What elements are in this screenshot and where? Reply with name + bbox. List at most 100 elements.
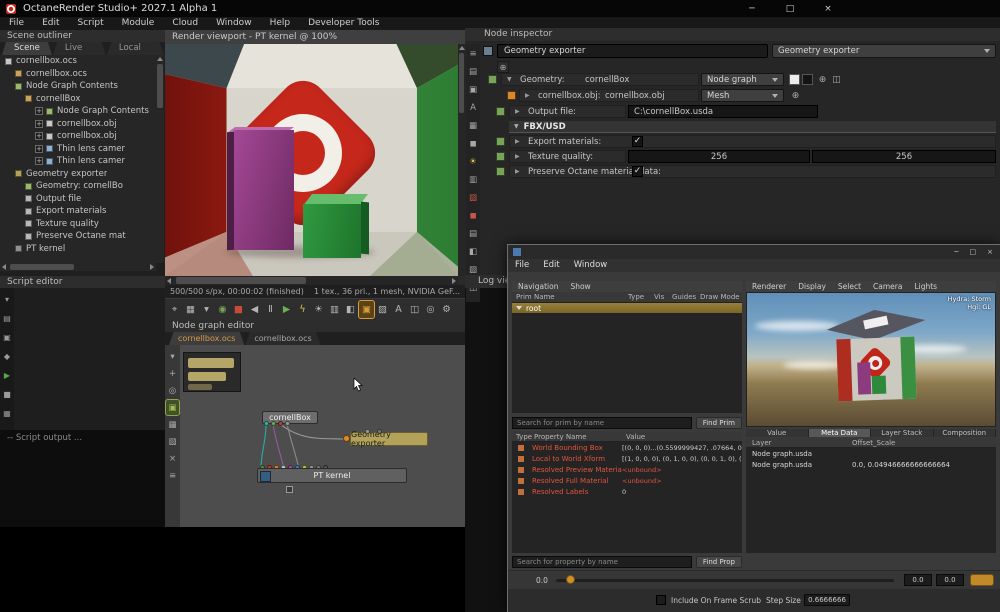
camera-icon[interactable]: ▣ [467, 83, 479, 97]
tree-item-thin-lens-camer[interactable]: +Thin lens camer [0, 143, 156, 156]
outliner-horizontal-scrollbar[interactable] [0, 263, 156, 271]
node-type-dropdown[interactable]: Geometry exporter [772, 44, 996, 58]
frame-field-1[interactable]: 0.0 [904, 574, 932, 586]
output-file-row[interactable]: ▶ Output file: [509, 105, 626, 118]
node-pin[interactable] [271, 421, 276, 426]
usdview-menu-renderer[interactable]: Renderer [746, 281, 792, 292]
usdview-menu-select[interactable]: Select [832, 281, 867, 292]
run-script-icon[interactable]: ▶ [1, 367, 13, 383]
layer-row-1[interactable]: Node graph.usda0.0, 0.04946666666666664 [746, 459, 996, 470]
texture-quality-row[interactable]: ▶ Texture quality: [509, 150, 626, 163]
tree-item-texture-quality[interactable]: Texture quality [0, 218, 156, 231]
playback-button[interactable] [970, 574, 994, 586]
menu-item-module[interactable]: Module [113, 17, 164, 30]
inspector-tab-layer-stack[interactable]: Layer Stack [871, 429, 934, 437]
render-viewport-header[interactable]: Render viewport - PT kernel @ 100% [165, 30, 465, 44]
scrollbar-thumb[interactable] [157, 64, 163, 108]
tree-item-geometry-cornellbo[interactable]: Geometry: cornellBo [0, 180, 156, 193]
fbx-usd-section-header[interactable]: ▼ FBX/USD [509, 121, 996, 133]
maximize-button[interactable]: □ [782, 4, 798, 14]
pick-target-icon[interactable]: ⌖ [167, 301, 182, 318]
property-row-resolved-preview-material[interactable]: Resolved Preview Material<unbound> [512, 464, 742, 475]
camera-lock-icon[interactable]: ◫ [407, 301, 422, 318]
texture-quality-y-field[interactable]: 256 [812, 150, 996, 163]
viewport-settings-icon[interactable]: ⚙ [439, 301, 454, 318]
menu-item-file[interactable]: File [0, 17, 33, 30]
tree-expander-icon[interactable]: + [35, 107, 43, 115]
timeline-handle[interactable] [566, 575, 575, 584]
property-row-local-to-world-xform[interactable]: Local to World Xform[(1, 0, 0, 0), (0, 1… [512, 453, 742, 464]
script-editor-content[interactable] [14, 288, 165, 430]
tree-item-pt-kernel[interactable]: PT kernel [0, 243, 156, 256]
expander-icon[interactable]: ▶ [515, 153, 523, 160]
find-prim-button[interactable]: Find Prim [696, 417, 742, 429]
usdview-menu-display[interactable]: Display [792, 281, 832, 292]
tree-expander-icon[interactable]: + [35, 132, 43, 140]
scene-outliner-header[interactable]: Scene outliner [0, 30, 165, 42]
close-button[interactable]: × [820, 4, 836, 14]
expander-icon[interactable]: ▶ [515, 138, 523, 145]
realtime-render-icon[interactable]: ϟ [295, 301, 310, 318]
open-script-icon[interactable]: ▣ [1, 329, 13, 345]
menu-item-help[interactable]: Help [261, 17, 300, 30]
node-pin[interactable] [278, 421, 283, 426]
tree-item-geometry-exporter[interactable]: Geometry exporter [0, 168, 156, 181]
usdview-menu-camera[interactable]: Camera [867, 281, 908, 292]
include-scrub-checkbox[interactable] [656, 595, 666, 605]
tree-item-node-graph-contents[interactable]: +Node Graph Contents [0, 105, 156, 118]
scroll-left-icon[interactable] [2, 264, 6, 270]
texture-quality-x-field[interactable]: 256 [628, 150, 810, 163]
tree-item-cornellbox-obj[interactable]: +cornellbox.obj [0, 130, 156, 143]
stop-script-icon[interactable]: ■ [1, 386, 13, 402]
material-ball-icon[interactable]: ◉ [215, 301, 230, 318]
selected-node-name-field[interactable]: Geometry exporter [497, 44, 768, 58]
subsample-icon[interactable]: ▥ [327, 301, 342, 318]
render-image[interactable] [165, 44, 458, 276]
node-pin[interactable] [365, 429, 370, 434]
tree-expander-icon[interactable]: + [35, 145, 43, 153]
passes-icon[interactable]: ▤ [467, 227, 479, 241]
minimize-button[interactable]: ─ [744, 4, 760, 14]
outliner-tab-live-db[interactable]: Live DB [53, 42, 106, 55]
split-view-icon[interactable]: ◧ [343, 301, 358, 318]
usdview-menu-show[interactable]: Show [564, 281, 596, 292]
layer-row-0[interactable]: Node graph.usda [746, 448, 996, 459]
node-inspector-header[interactable]: Node inspector [465, 28, 1000, 41]
node-graph-editor-header[interactable]: Node graph editor [165, 320, 465, 332]
histogram-icon[interactable]: ▤ [467, 65, 479, 79]
info-icon[interactable]: ≡ [467, 47, 479, 61]
save-script-icon[interactable]: ◆ [1, 348, 13, 364]
restart-render-icon[interactable]: ◀ [247, 301, 262, 318]
frame-field-2[interactable]: 0.0 [936, 574, 964, 586]
render-target-icon[interactable]: ⊕ [816, 73, 829, 86]
exporter-input-pin[interactable] [343, 435, 350, 442]
denoiser-icon[interactable]: ◼ [467, 209, 479, 223]
prim-row-root[interactable]: root [512, 303, 742, 313]
menu-item-edit[interactable]: Edit [33, 17, 68, 30]
imager-icon[interactable]: ▥ [467, 173, 479, 187]
clay-mode-icon[interactable]: ☀ [311, 301, 326, 318]
title-bar[interactable]: OctaneRender Studio+ 2027.1 Alpha 1 ─□× [0, 0, 1000, 17]
usdview-close-button[interactable]: × [987, 248, 993, 256]
tree-expander-icon[interactable]: + [35, 120, 43, 128]
step-size-field[interactable]: 0.6666666 [804, 594, 850, 606]
scroll-left-icon[interactable] [167, 278, 171, 284]
expander-icon[interactable]: ▼ [507, 76, 515, 83]
node-expand-badge[interactable] [286, 486, 293, 493]
property-search-input[interactable] [512, 556, 692, 568]
property-row-resolved-labels[interactable]: Resolved Labels0 [512, 486, 742, 497]
collapse-panel-icon[interactable]: ▾ [1, 291, 13, 307]
geometry-row[interactable]: ▼ Geometry: cornellBox [501, 73, 699, 86]
tree-item-output-file[interactable]: Output file [0, 193, 156, 206]
output-file-value[interactable]: C:\cornellBox.usda [628, 105, 818, 118]
timeline-track[interactable] [556, 579, 894, 582]
tree-item-export-materials[interactable]: Export materials [0, 205, 156, 218]
resume-render-icon[interactable]: ▶ [279, 301, 294, 318]
scrollbar-thumb[interactable] [459, 53, 464, 113]
magnify-icon[interactable]: ◎ [423, 301, 438, 318]
black-swatch[interactable] [802, 74, 813, 85]
scroll-right-icon[interactable] [150, 264, 154, 270]
tree-expander-icon[interactable]: + [35, 157, 43, 165]
node-pin[interactable] [377, 429, 382, 434]
tree-item-cornellbox[interactable]: cornellBox [0, 93, 156, 106]
